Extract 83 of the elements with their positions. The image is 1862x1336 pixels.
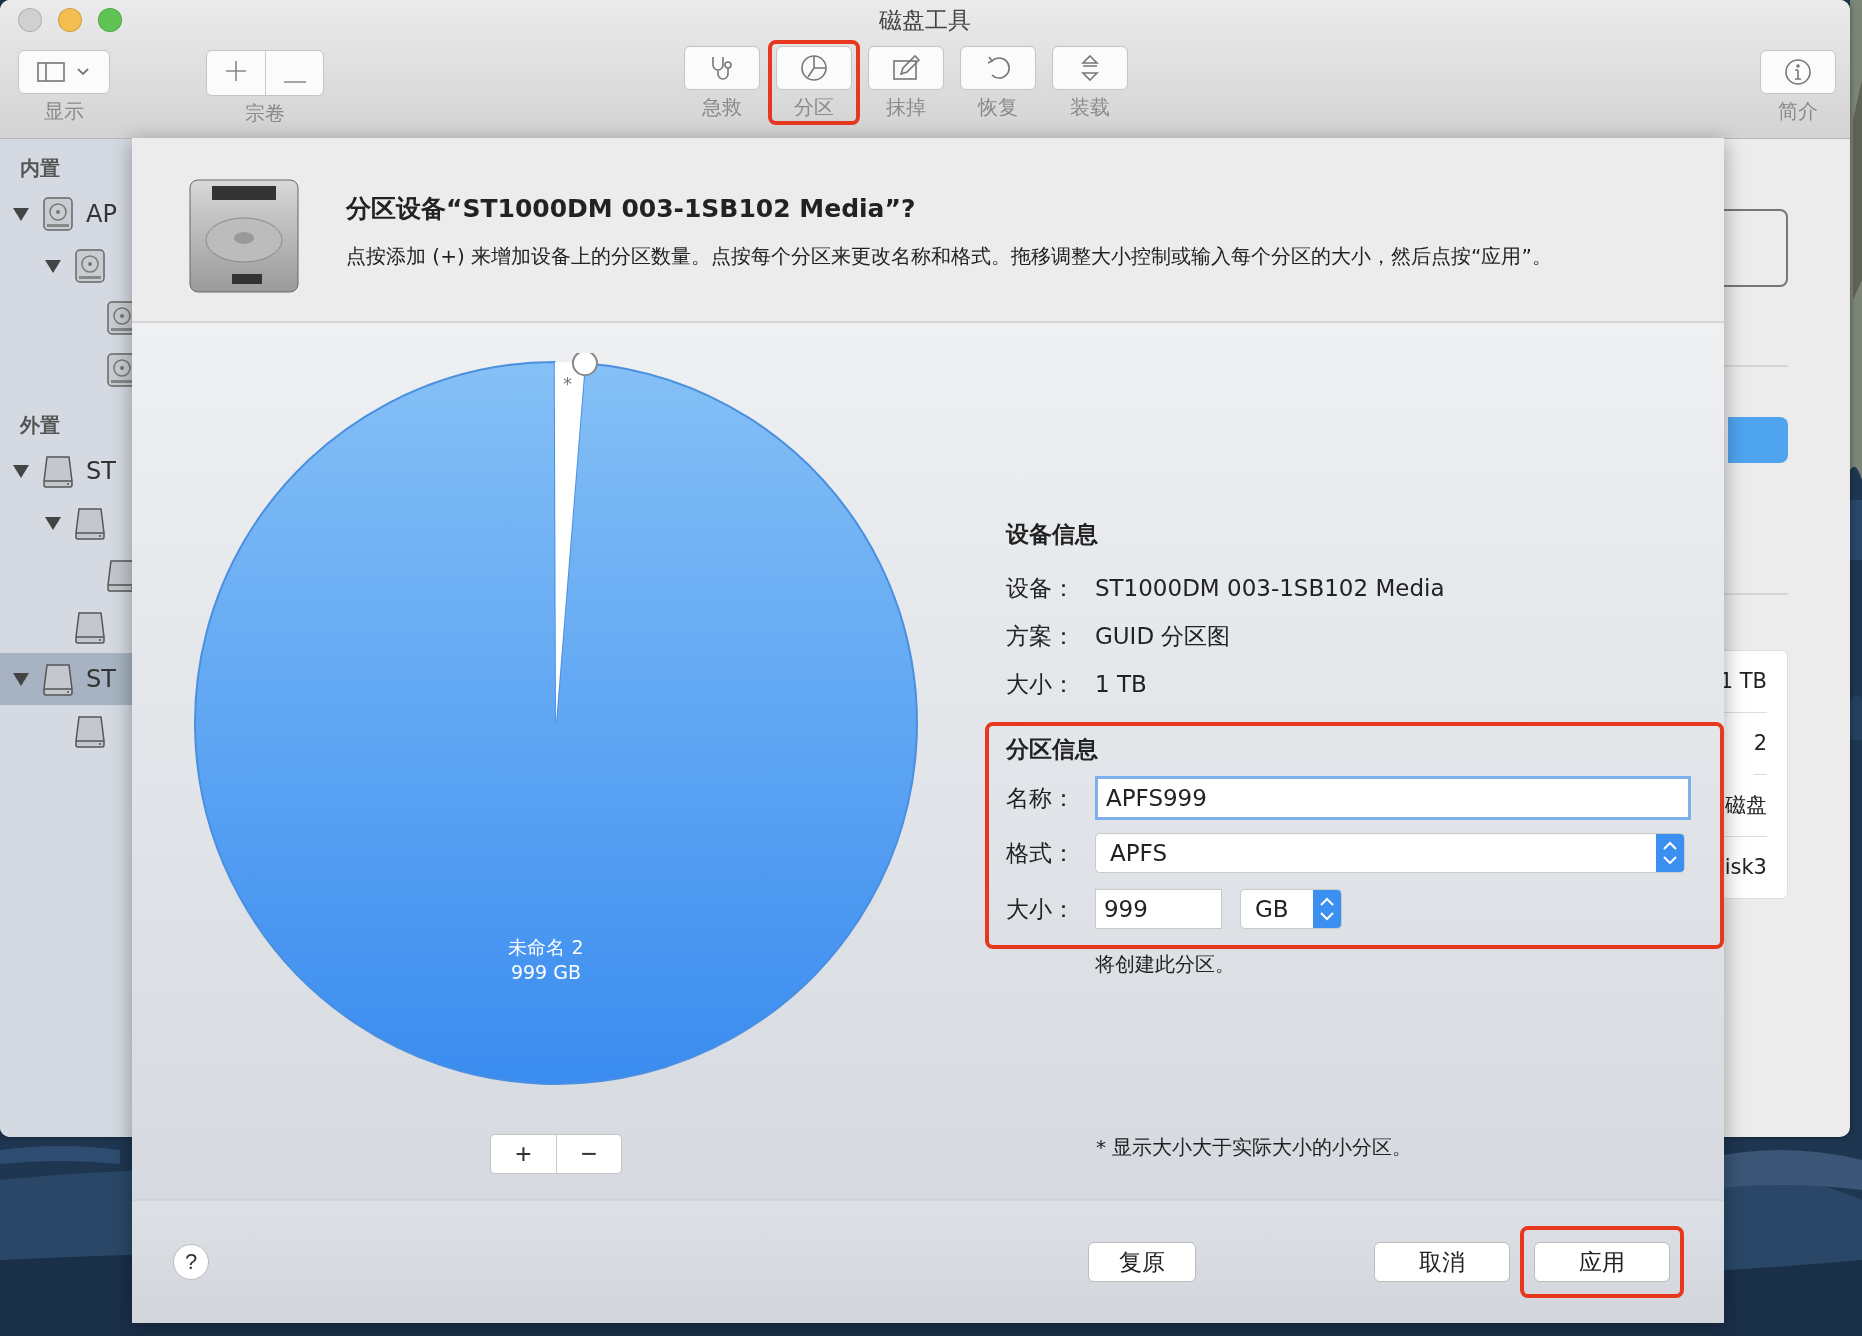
disclosure-triangle-icon[interactable] [12,463,30,479]
toolbar-label: 分区 [794,94,834,121]
toolbar-label: 简介 [1778,98,1818,125]
field-label: 大小： [1005,894,1076,924]
disk-name: ST [86,457,116,485]
sidebar-item[interactable]: AP [0,188,132,240]
toolbar-button[interactable] [684,46,760,90]
external-drive-icon [74,609,106,645]
toolbar-button[interactable] [1760,50,1836,94]
toolbar-label: 抹掉 [886,94,926,121]
external-drive-icon [74,505,106,541]
hard-drive-icon [188,178,300,294]
info-icon [1783,57,1813,87]
hard-drive-icon [42,196,74,232]
info-label: 设备： [1005,573,1076,603]
name-field[interactable]: APFS999 [1094,776,1691,820]
info-label: 方案： [1005,621,1076,651]
toolbar-button[interactable] [1052,46,1128,90]
partition-slice[interactable] [194,361,918,1085]
unit-popup[interactable]: GB [1239,889,1342,929]
hard-drive-icon [106,352,132,388]
info-value: ST1000DM 003-1SB102 Media [1094,575,1445,601]
sheet-title: 分区设备“ST1000DM 003-1SB102 Media”? [346,193,917,225]
toolbar-label: 恢复 [978,94,1018,121]
partition-label: 未命名 2 [508,935,584,960]
help-button[interactable]: ? [173,1244,209,1280]
hard-drive-icon [74,248,106,284]
format-popup[interactable]: APFS [1094,833,1685,873]
external-drive-icon [106,557,132,593]
size-field[interactable]: 999 [1094,889,1222,929]
info-label: 大小： [1005,669,1076,699]
revert-button[interactable]: 复原 [1088,1242,1196,1282]
sidebar-item[interactable]: ST [0,445,132,497]
info-value: GUID 分区图 [1094,621,1231,651]
partition-size: 999 GB [510,961,581,983]
zoom-button[interactable] [98,8,122,32]
sidebar-icon [36,60,92,84]
small-partition-mark: * [562,375,572,393]
footnote: * 显示大小大于实际大小的小分区。 [1095,1134,1414,1161]
section-title: 外置 [18,412,61,439]
sidebar-item[interactable]: ST [0,653,132,705]
partition-note: 将创建此分区。 [1094,951,1236,978]
info-value: 1 TB [1094,671,1147,697]
toolbar-label: 急救 [702,94,742,121]
toolbar-label: 装载 [1070,94,1110,121]
sheet-description: 点按添加 (+) 来增加设备上的分区数量。点按每个分区来更改名称和格式。拖移调整大小控制或输入每个分区的大小，然后点按“应用”。 [346,243,1552,270]
resize-handle[interactable] [571,353,598,377]
external-drive-icon [42,661,74,697]
field-label: 名称： [1005,783,1076,813]
info-value: 2 [1753,713,1767,775]
disclosure-triangle-icon[interactable] [44,515,62,531]
pie-icon [799,53,829,83]
toolbar-button[interactable] [960,46,1036,90]
view-button[interactable] [18,50,110,94]
pencil-icon [891,53,921,83]
disk-name: AP [86,200,117,228]
info-value: 磁盘 [1725,775,1767,837]
field-label: 格式： [1005,838,1076,868]
minus-icon [283,81,306,83]
external-drive-icon [74,713,106,749]
section-title: 设备信息 [1005,520,1099,549]
disclosure-triangle-icon[interactable] [44,258,62,274]
toolbar-label: 显示 [44,98,84,125]
toolbar-button[interactable] [868,46,944,90]
info-value: isk3 [1724,854,1767,881]
external-drive-icon [42,453,74,489]
section-title: 内置 [19,155,61,182]
window-title: 磁盘工具 [879,5,971,35]
toolbar-button[interactable] [776,46,852,90]
toolbar-label: 宗卷 [245,100,285,127]
disclosure-triangle-icon[interactable] [12,206,30,222]
cancel-button[interactable]: 取消 [1374,1242,1510,1282]
stepper-icon [1312,890,1341,928]
close-button[interactable] [18,8,42,32]
stepper-icon [1655,834,1684,872]
disk-name: ST [86,665,116,693]
disclosure-triangle-icon[interactable] [12,671,30,687]
remove-partition-button[interactable]: − [555,1135,621,1173]
section-title: 分区信息 [1005,735,1099,764]
add-partition-button[interactable]: + [490,1135,556,1173]
minimize-button[interactable] [58,8,82,32]
apply-button[interactable]: 应用 [1534,1242,1670,1282]
plus-icon [224,59,248,83]
